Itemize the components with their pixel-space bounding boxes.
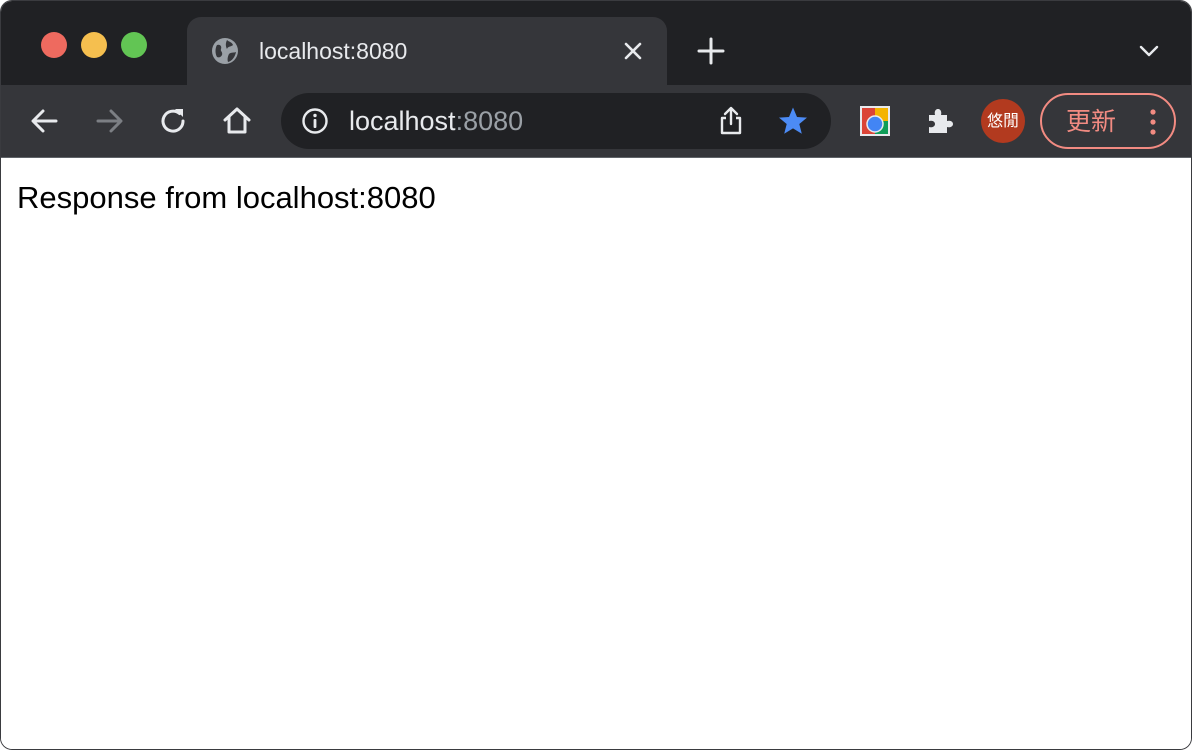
update-label: 更新 bbox=[1066, 107, 1117, 136]
url-text[interactable]: localhost:8080 bbox=[349, 106, 523, 136]
url-host: localhost bbox=[349, 106, 456, 136]
browser-toolbar: localhost:8080 悠閒 更新 bbox=[1, 85, 1191, 158]
page-content: Response from localhost:8080 bbox=[1, 158, 1191, 749]
zoom-window-button[interactable] bbox=[121, 32, 147, 58]
close-tab-icon[interactable] bbox=[619, 37, 647, 65]
close-window-button[interactable] bbox=[41, 32, 67, 58]
avatar[interactable]: 悠閒 bbox=[981, 99, 1025, 143]
browser-window: localhost:8080 localhost:8080 悠閒 更新 Resp… bbox=[0, 0, 1192, 750]
minimize-window-button[interactable] bbox=[81, 32, 107, 58]
response-text: Response from localhost:8080 bbox=[17, 180, 436, 215]
new-tab-icon[interactable] bbox=[695, 35, 727, 67]
forward-icon[interactable] bbox=[91, 103, 127, 139]
update-button[interactable]: 更新 bbox=[1040, 93, 1176, 149]
address-bar[interactable]: localhost:8080 bbox=[281, 93, 831, 149]
share-icon[interactable] bbox=[715, 105, 747, 137]
reload-icon[interactable] bbox=[155, 103, 191, 139]
star-icon[interactable] bbox=[777, 105, 809, 137]
puzzle-icon[interactable] bbox=[921, 103, 957, 139]
tab-localhost[interactable]: localhost:8080 bbox=[187, 17, 667, 85]
back-icon[interactable] bbox=[27, 103, 63, 139]
url-port: :8080 bbox=[455, 106, 524, 136]
info-icon[interactable] bbox=[301, 107, 329, 135]
tab-strip: localhost:8080 bbox=[1, 1, 1191, 85]
home-icon[interactable] bbox=[219, 103, 255, 139]
chevron-down-icon[interactable] bbox=[1135, 37, 1163, 65]
tab-title: localhost:8080 bbox=[259, 38, 408, 64]
extension-icon[interactable] bbox=[859, 105, 891, 137]
more-vert-icon[interactable] bbox=[1146, 107, 1160, 137]
globe-icon bbox=[212, 38, 238, 64]
